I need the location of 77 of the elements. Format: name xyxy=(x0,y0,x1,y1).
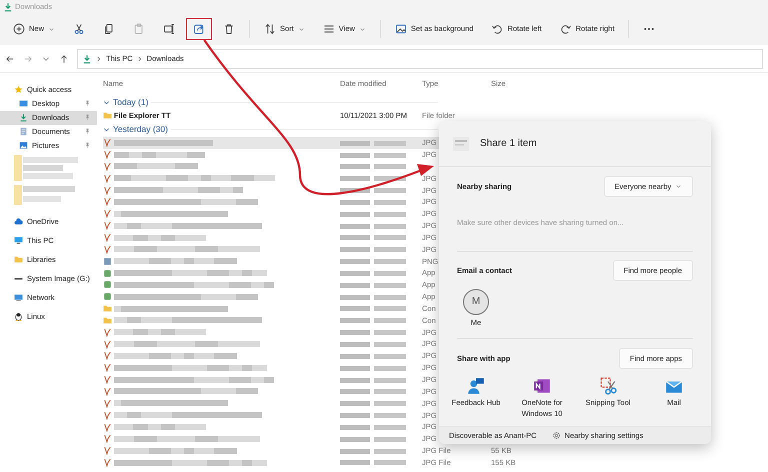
download-icon xyxy=(19,113,28,122)
pin-icon xyxy=(84,142,91,150)
star-icon xyxy=(14,85,23,94)
chevron-icon xyxy=(96,56,102,62)
download-icon xyxy=(82,54,92,64)
network-icon xyxy=(14,293,23,302)
pin-icon xyxy=(84,128,91,136)
folder-icon xyxy=(14,255,23,264)
cloud-icon xyxy=(14,217,23,226)
clipboard-icon xyxy=(133,23,146,35)
blurred-date-drawing xyxy=(340,294,406,300)
blurred-date-drawing xyxy=(340,318,406,324)
caret-icon xyxy=(675,183,682,190)
trash-icon xyxy=(223,23,236,35)
blurred-date-drawing xyxy=(340,460,406,466)
blurred-date-drawing xyxy=(340,401,406,406)
group-header[interactable]: Yesterday (30) xyxy=(113,122,168,136)
pictures-icon xyxy=(19,141,28,150)
chevron-down-icon xyxy=(103,126,110,133)
blurred-date-drawing xyxy=(340,152,406,158)
blurred-date-drawing xyxy=(340,188,406,194)
download-icon xyxy=(3,2,13,12)
blurred-date-drawing xyxy=(340,200,406,205)
caret-icon xyxy=(358,26,366,32)
document-icon xyxy=(19,127,28,136)
share-icon xyxy=(193,23,206,35)
share-title: Share 1 item xyxy=(480,137,537,151)
blurred-date-drawing xyxy=(340,413,406,418)
sort-icon xyxy=(264,23,276,35)
blurred-date-drawing xyxy=(340,354,406,359)
pin-icon xyxy=(84,100,91,108)
rename-icon xyxy=(163,23,176,35)
blurred-date-drawing xyxy=(340,306,406,312)
gear-icon xyxy=(552,431,561,440)
blurred-date-drawing xyxy=(340,366,406,371)
folder-icon xyxy=(103,111,112,120)
blurred-date-drawing xyxy=(340,259,406,264)
blurred-date-drawing xyxy=(340,164,406,170)
add-icon xyxy=(13,23,25,35)
image-icon xyxy=(394,23,407,35)
scissors-icon xyxy=(599,377,617,396)
thumbnail-icon xyxy=(450,136,472,152)
blurred-date-drawing xyxy=(340,436,406,442)
blurred-date-drawing xyxy=(340,389,406,394)
blurred-date-drawing xyxy=(340,247,406,252)
caret-icon xyxy=(298,26,305,32)
blurred-date-drawing xyxy=(340,342,406,347)
share-button[interactable] xyxy=(186,18,212,40)
scissors-icon xyxy=(73,23,86,35)
up-button[interactable] xyxy=(59,54,69,64)
rotate-right-icon xyxy=(560,23,572,35)
blurred-date-drawing xyxy=(340,140,406,146)
blurred-date-drawing xyxy=(340,176,406,182)
person-chat-icon xyxy=(467,377,485,396)
blurred-date-drawing xyxy=(340,378,406,383)
copy-icon xyxy=(103,23,116,35)
blurred-date-drawing xyxy=(340,448,406,454)
view-icon xyxy=(322,23,335,35)
blurred-date-drawing xyxy=(340,235,406,240)
blurred-date-drawing xyxy=(340,224,406,229)
blurred-date-drawing xyxy=(340,270,406,276)
monitor-icon xyxy=(14,236,23,246)
chevron-down-icon xyxy=(103,99,110,106)
blurred-date-drawing xyxy=(340,212,406,217)
group-header[interactable]: Today (1) xyxy=(113,96,148,109)
pin-icon xyxy=(84,114,91,122)
blurred-date-drawing xyxy=(340,282,406,288)
penguin-icon xyxy=(14,312,23,322)
back-button[interactable] xyxy=(5,54,15,64)
caret-icon xyxy=(48,26,56,32)
chevron-icon xyxy=(136,56,143,62)
desktop-icon xyxy=(19,99,28,108)
contact-avatar[interactable]: M xyxy=(463,288,489,315)
blurred-date-drawing xyxy=(340,330,406,336)
rotate-left-icon xyxy=(491,23,504,35)
notebook-icon xyxy=(533,377,551,396)
blurred-date-drawing xyxy=(340,424,406,430)
